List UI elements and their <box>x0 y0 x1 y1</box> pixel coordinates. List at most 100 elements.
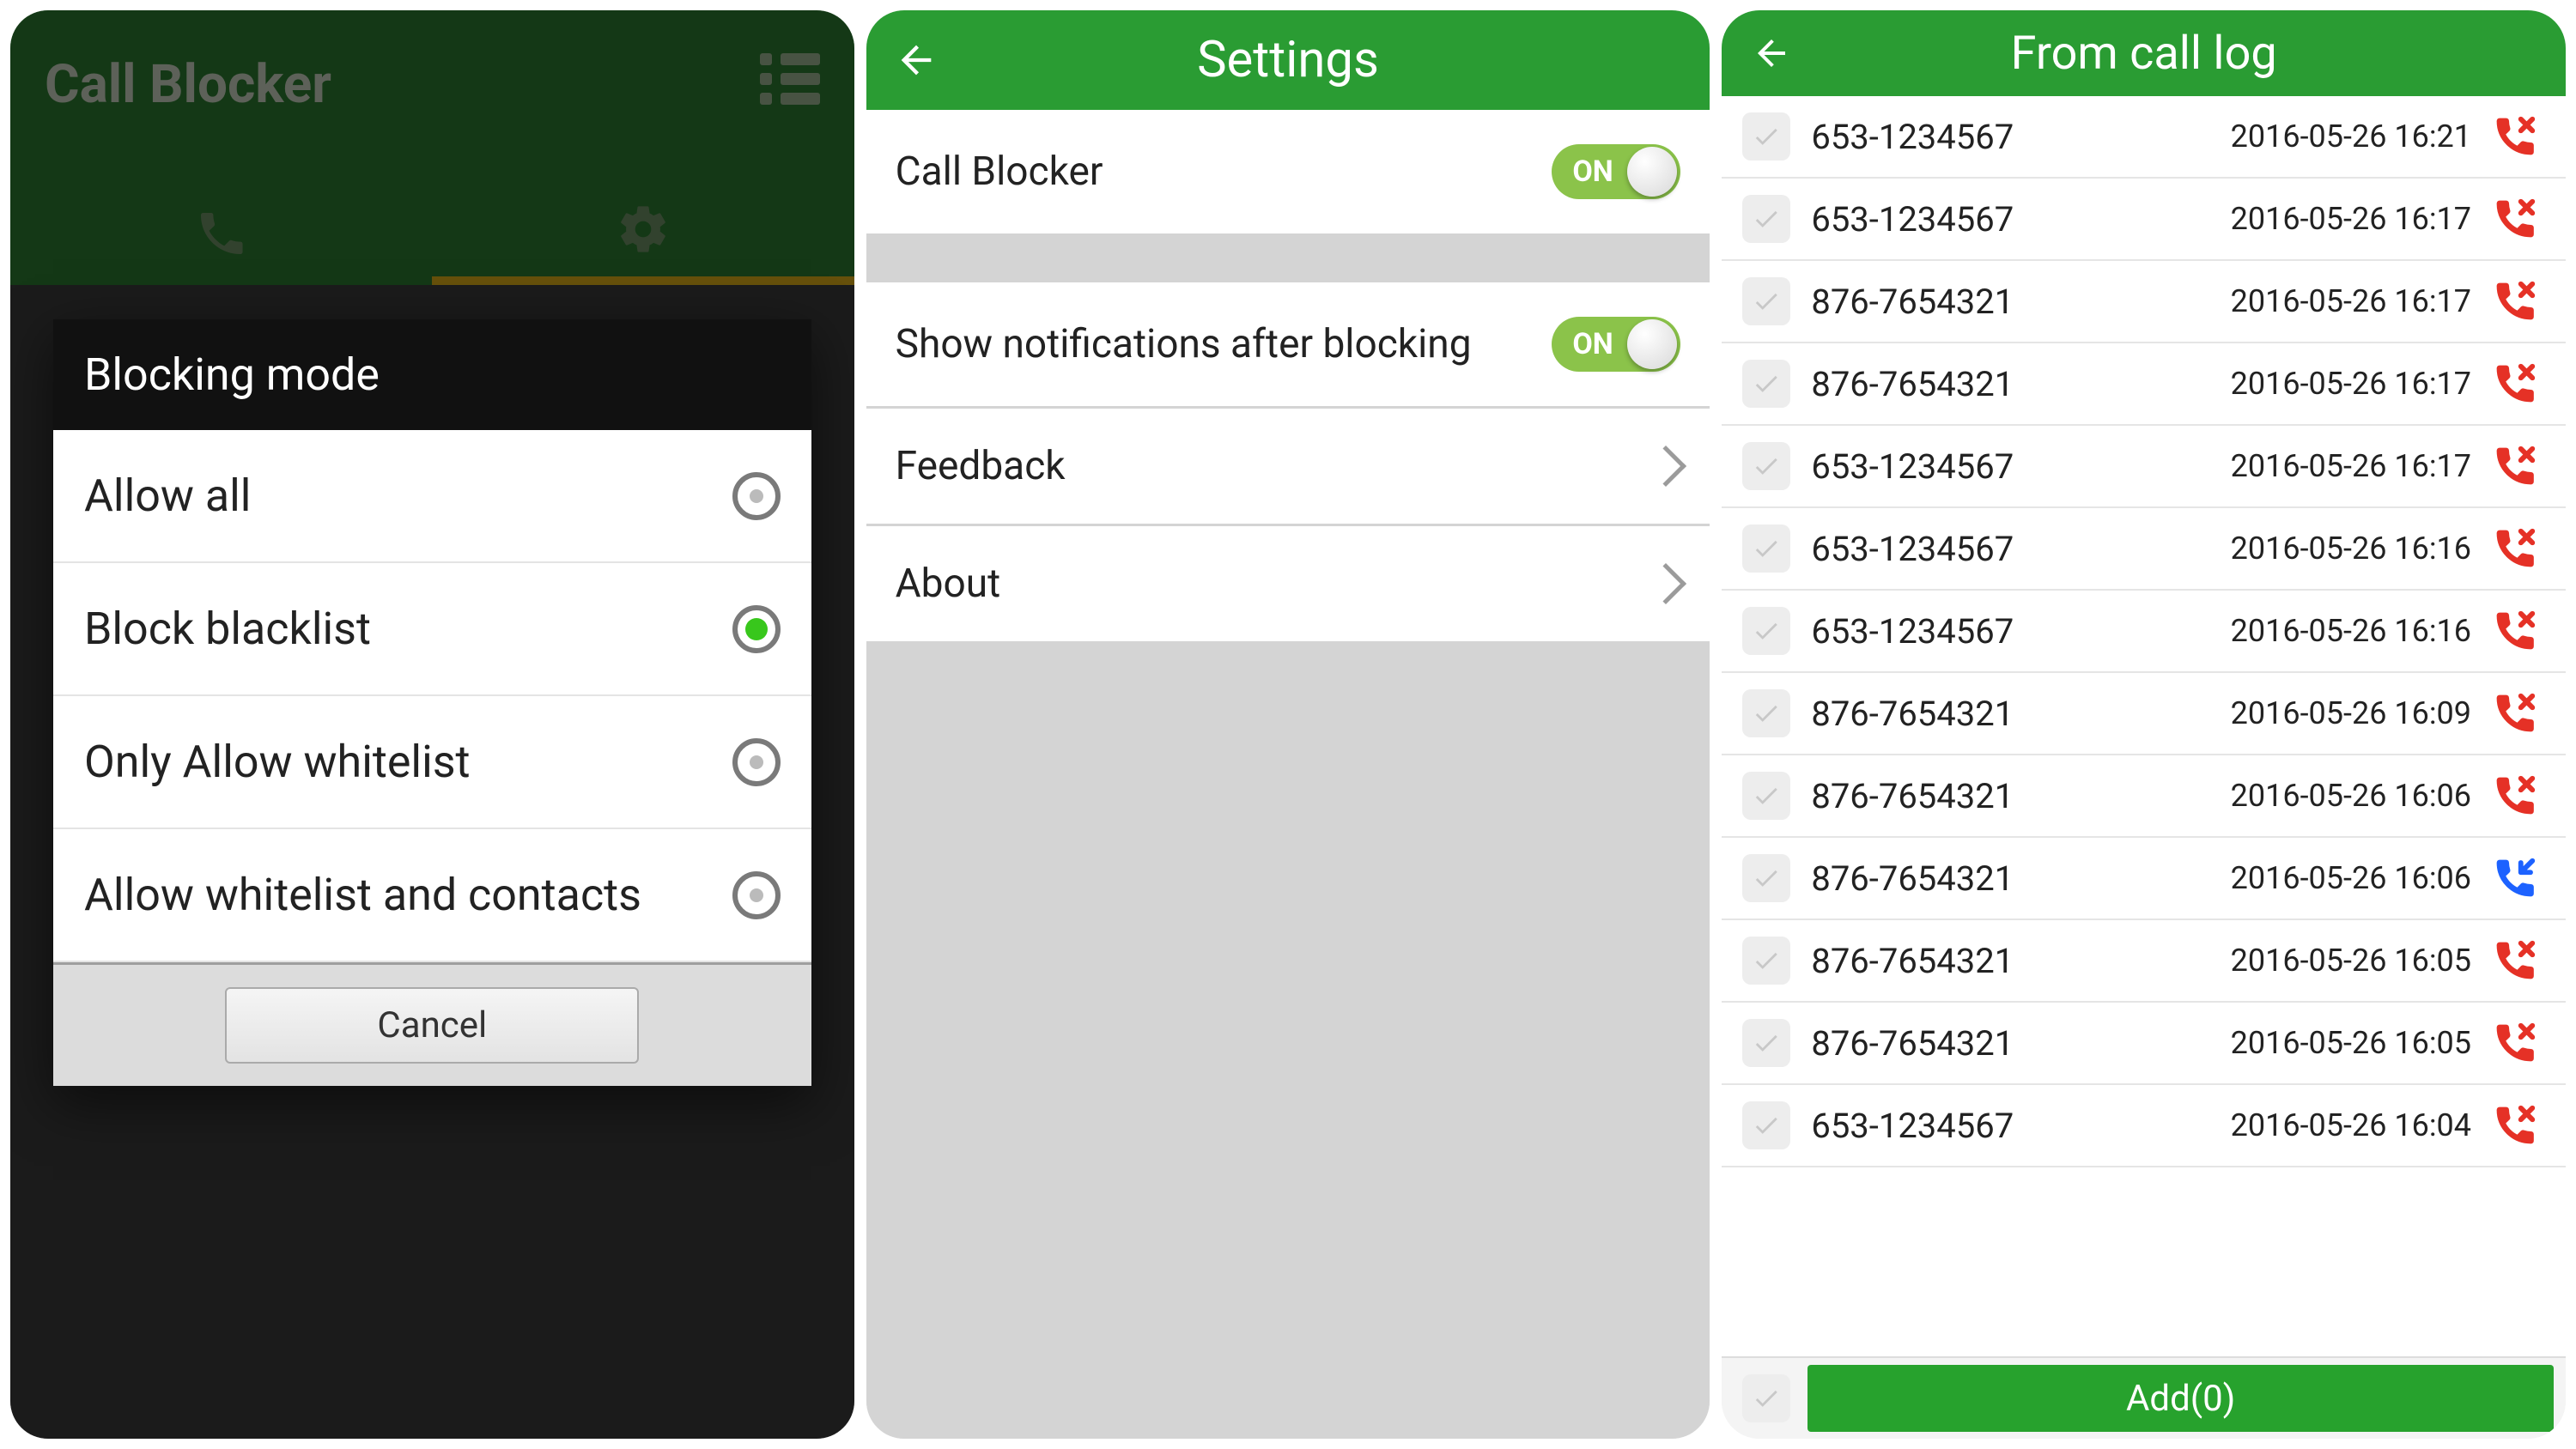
call-time: 2016-05-26 16:16 <box>2231 530 2471 567</box>
back-button[interactable] <box>890 34 942 86</box>
call-log-row[interactable]: 876-7654321 2016-05-26 16:05 <box>1722 1003 2566 1085</box>
call-number: 876-7654321 <box>1811 776 2069 816</box>
call-log-row[interactable]: 653-1234567 2016-05-26 16:17 <box>1722 179 2566 261</box>
call-log-row[interactable]: 653-12345672016-05-26 16:16 <box>1722 508 2566 591</box>
option-allow-whitelist-and-contacts[interactable]: Allow whitelist and contacts <box>53 829 811 962</box>
call-time: 2016-05-26 16:17 <box>2231 448 2471 484</box>
row-checkbox[interactable] <box>1742 1101 1790 1149</box>
call-log-row[interactable]: 653-12345672016-05-26 16:04 <box>1722 1085 2566 1167</box>
call-time: 2016-05-26 16:05 <box>2231 943 2471 979</box>
screen-from-call-log: From call log 653-1234567 2016-05-26 16:2… <box>1722 10 2566 1439</box>
missed-call-icon <box>2492 690 2538 737</box>
call-log-row[interactable]: 876-76543212016-05-26 16:17 <box>1722 343 2566 426</box>
setting-label: Feedback <box>896 443 1066 489</box>
row-checkbox[interactable] <box>1742 772 1790 820</box>
setting-feedback[interactable]: Feedback <box>866 409 1710 526</box>
call-number: 653-1234567 <box>1811 199 2069 239</box>
toggle-switch[interactable]: ON <box>1552 144 1680 199</box>
toggle-on-label: ON <box>1572 327 1613 361</box>
toggle-knob-icon <box>1627 319 1677 369</box>
check-icon <box>1752 864 1781 893</box>
call-log-row[interactable]: 653-1234567 2016-05-26 16:21 <box>1722 96 2566 179</box>
check-icon <box>1752 1028 1781 1058</box>
call-log-row[interactable]: 653-12345672016-05-26 16:17 <box>1722 426 2566 508</box>
call-number: 653-1234567 <box>1811 1106 2069 1146</box>
setting-label: Show notifications after blocking <box>896 321 1472 367</box>
blocking-mode-dialog: Blocking mode Allow all Block blacklist … <box>53 319 811 1086</box>
row-checkbox[interactable] <box>1742 607 1790 655</box>
row-checkbox[interactable] <box>1742 112 1790 161</box>
missed-call-icon <box>2492 113 2538 160</box>
missed-call-icon <box>2492 773 2538 819</box>
setting-label: Call Blocker <box>896 149 1103 195</box>
option-allow-all[interactable]: Allow all <box>53 430 811 563</box>
screen-blocking-mode-dialog: Call Blocker Blocking mode Allow all <box>10 10 854 1439</box>
call-time: 2016-05-26 16:17 <box>2231 283 2471 319</box>
missed-call-icon <box>2492 1020 2538 1066</box>
option-only-allow-whitelist[interactable]: Only Allow whitelist <box>53 696 811 829</box>
settings-list: Call Blocker ON Show notifications after… <box>866 110 1710 1439</box>
call-number: 876-7654321 <box>1811 1023 2069 1064</box>
check-icon <box>1752 1111 1781 1140</box>
missed-call-icon <box>2492 361 2538 407</box>
check-icon <box>1752 369 1781 398</box>
missed-call-icon <box>2492 525 2538 572</box>
call-log-footer: Add(0) <box>1722 1356 2566 1439</box>
call-time: 2016-05-26 16:17 <box>2231 201 2471 237</box>
call-number: 876-7654321 <box>1811 282 2069 322</box>
missed-call-icon <box>2492 1102 2538 1149</box>
call-log-row[interactable]: 876-76543212016-05-26 16:09 <box>1722 673 2566 755</box>
call-time: 2016-05-26 16:06 <box>2231 778 2471 814</box>
setting-show-notifications[interactable]: Show notifications after blocking ON <box>866 282 1710 409</box>
call-log-list[interactable]: 653-12345672016-05-26 16:21653-123456720… <box>1722 96 2566 1356</box>
option-block-blacklist[interactable]: Block blacklist <box>53 563 811 696</box>
row-checkbox[interactable] <box>1742 524 1790 573</box>
select-all-checkbox[interactable] <box>1742 1374 1790 1422</box>
missed-call-icon <box>2492 608 2538 654</box>
chevron-right-icon <box>1645 446 1686 487</box>
check-icon <box>1752 946 1781 975</box>
row-checkbox[interactable] <box>1742 360 1790 408</box>
check-icon <box>1752 122 1781 151</box>
call-log-topbar: From call log <box>1722 10 2566 96</box>
call-number: 653-1234567 <box>1811 611 2069 652</box>
back-button[interactable] <box>1746 27 1797 79</box>
cancel-button[interactable]: Cancel <box>225 987 639 1064</box>
call-log-row[interactable]: 876-7654321 2016-05-26 16:06 <box>1722 755 2566 838</box>
call-time: 2016-05-26 16:06 <box>2231 860 2471 896</box>
call-time: 2016-05-26 16:21 <box>2231 118 2471 155</box>
row-checkbox[interactable] <box>1742 195 1790 243</box>
check-icon <box>1752 699 1781 728</box>
radio-icon <box>732 738 781 786</box>
call-log-row[interactable]: 876-76543212016-05-26 16:05 <box>1722 920 2566 1003</box>
page-title: From call log <box>1722 27 2566 81</box>
call-time: 2016-05-26 16:17 <box>2231 366 2471 402</box>
row-checkbox[interactable] <box>1742 937 1790 985</box>
missed-call-icon <box>2492 278 2538 324</box>
call-time: 2016-05-26 16:05 <box>2231 1025 2471 1061</box>
check-icon <box>1752 452 1781 481</box>
row-checkbox[interactable] <box>1742 1019 1790 1067</box>
missed-call-icon <box>2492 937 2538 984</box>
incoming-call-icon <box>2492 855 2538 901</box>
screen-settings: Settings Call Blocker ON Show notificati… <box>866 10 1710 1439</box>
section-gap <box>866 236 1710 282</box>
check-icon <box>1752 1384 1781 1413</box>
radio-icon <box>732 871 781 919</box>
row-checkbox[interactable] <box>1742 442 1790 490</box>
add-button[interactable]: Add(0) <box>1807 1365 2554 1432</box>
call-number: 653-1234567 <box>1811 117 2069 157</box>
row-checkbox[interactable] <box>1742 854 1790 902</box>
row-checkbox[interactable] <box>1742 689 1790 737</box>
toggle-knob-icon <box>1627 147 1677 197</box>
toggle-switch[interactable]: ON <box>1552 317 1680 372</box>
check-icon <box>1752 287 1781 316</box>
setting-about[interactable]: About <box>866 526 1710 644</box>
option-label: Allow all <box>84 468 732 524</box>
setting-call-blocker[interactable]: Call Blocker ON <box>866 110 1710 236</box>
call-time: 2016-05-26 16:16 <box>2231 613 2471 649</box>
call-log-row[interactable]: 653-1234567 2016-05-26 16:16 <box>1722 591 2566 673</box>
row-checkbox[interactable] <box>1742 277 1790 325</box>
call-log-row[interactable]: 876-76543212016-05-26 16:06 <box>1722 838 2566 920</box>
call-log-row[interactable]: 876-7654321 2016-05-26 16:17 <box>1722 261 2566 343</box>
